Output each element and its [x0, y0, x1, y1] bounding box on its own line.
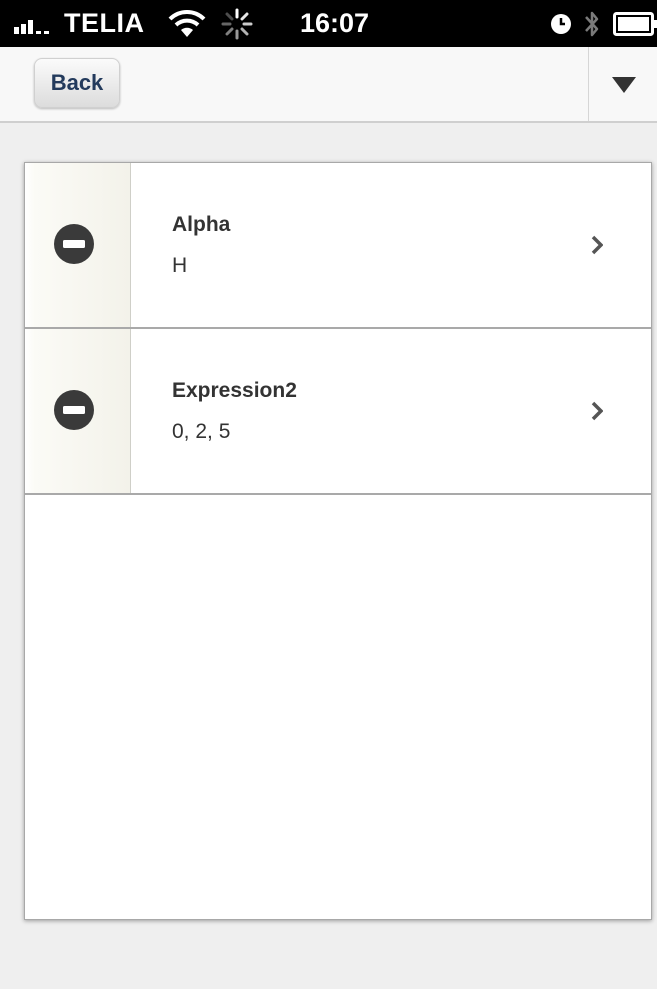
list-item-subtitle: H — [172, 254, 188, 277]
list-item-subtitle: 0, 2, 5 — [172, 420, 231, 443]
alarm-clock-icon — [551, 14, 571, 34]
edit-gutter — [25, 163, 131, 327]
back-button[interactable]: Back — [34, 58, 120, 108]
list-panel: Alpha H Expression2 0, 2, 5 — [24, 162, 652, 920]
list-item-title: Alpha — [172, 213, 231, 236]
status-bar: TELIA 16:07 — [0, 0, 657, 47]
activity-spinner-icon — [221, 8, 253, 40]
nav-bar: Back — [0, 47, 657, 123]
list-item[interactable]: Expression2 0, 2, 5 — [25, 329, 651, 495]
chevron-right-icon — [591, 401, 603, 421]
chevron-right-icon — [591, 235, 603, 255]
menu-button[interactable] — [589, 47, 657, 121]
carrier-label: TELIA — [64, 8, 145, 38]
battery-icon — [613, 12, 657, 36]
triangle-down-icon — [612, 77, 636, 93]
list-item[interactable]: Alpha H — [25, 163, 651, 329]
edit-gutter — [25, 329, 131, 493]
list-item-title: Expression2 — [172, 379, 297, 402]
bluetooth-icon — [585, 11, 599, 37]
signal-icon — [14, 20, 49, 34]
wifi-icon — [168, 9, 206, 37]
delete-icon[interactable] — [53, 223, 95, 265]
delete-icon[interactable] — [53, 389, 95, 431]
status-time: 16:07 — [300, 8, 370, 38]
